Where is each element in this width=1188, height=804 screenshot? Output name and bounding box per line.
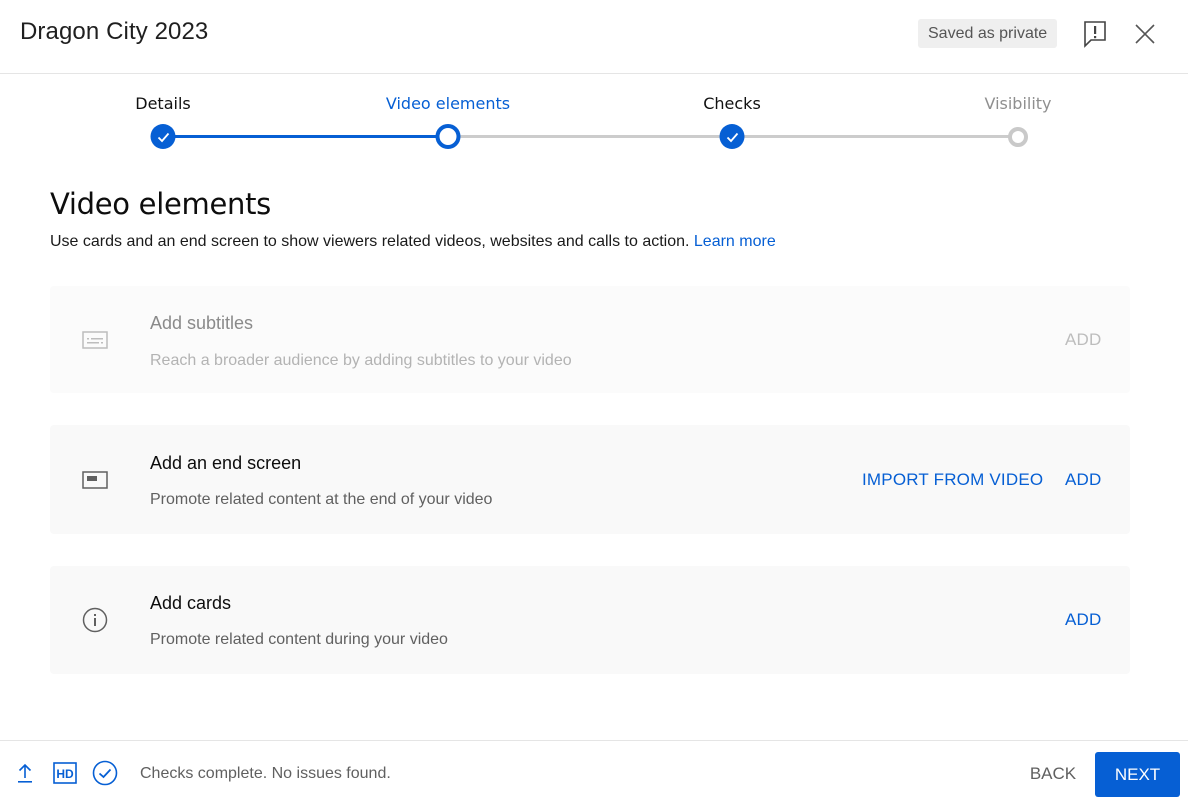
stepper-track-complete [163,135,448,138]
feedback-icon [1084,21,1106,48]
check-icon [726,132,738,142]
add-cards-button[interactable]: ADD [1065,610,1102,630]
end-screen-card: Add an end screen Promote related conten… [50,425,1130,534]
learn-more-link[interactable]: Learn more [694,233,776,250]
video-title: Dragon City 2023 [20,18,209,45]
dialog-footer: HD Checks complete. No issues found. BAC… [0,740,1188,804]
info-icon [82,607,108,633]
subtitles-icon [82,327,108,353]
dialog-header: Dragon City 2023 Saved as private [0,0,1188,74]
cards-card-title: Add cards [150,593,232,613]
step-visibility[interactable]: Visibility [984,94,1051,113]
end-screen-card-description: Promote related content at the end of yo… [150,491,493,508]
step-details[interactable]: Details [135,94,190,113]
close-button[interactable] [1130,18,1160,50]
subtitles-card-title: Add subtitles [150,313,254,333]
import-from-video-button[interactable]: IMPORT FROM VIDEO [862,470,1043,490]
subtitles-card-description: Reach a broader audience by adding subti… [150,352,572,369]
step-node-video-elements[interactable] [435,124,461,149]
close-icon [1135,24,1155,44]
cards-card-description: Promote related content during your vide… [150,631,448,648]
step-video-elements[interactable]: Video elements [386,94,510,113]
check-icon [157,132,169,142]
cards-card: Add cards Promote related content during… [50,566,1130,674]
add-end-screen-button[interactable]: ADD [1065,470,1102,490]
check-circle-icon[interactable] [92,760,118,786]
upload-icon[interactable] [14,761,36,785]
step-node-checks[interactable] [719,124,745,149]
section-description: Use cards and an end screen to show view… [50,233,776,251]
step-checks[interactable]: Checks [703,94,761,113]
end-screen-icon [82,467,108,493]
svg-text:HD: HD [56,767,74,781]
end-screen-card-title: Add an end screen [150,453,302,473]
section-description-text: Use cards and an end screen to show view… [50,233,690,250]
add-subtitles-button[interactable]: ADD [1065,330,1102,350]
hd-icon[interactable]: HD [53,761,77,785]
subtitles-card: Add subtitles Reach a broader audience b… [50,286,1130,393]
step-node-details[interactable] [150,124,176,149]
step-node-visibility[interactable] [1008,127,1028,147]
next-button[interactable]: NEXT [1095,752,1180,797]
back-button[interactable]: BACK [1018,752,1088,796]
saved-status-badge: Saved as private [918,19,1058,48]
section-title: Video elements [50,187,271,221]
progress-stepper: Details Video elements Checks Visibility [0,74,1188,174]
feedback-button[interactable] [1080,18,1110,50]
checks-status-text: Checks complete. No issues found. [140,765,391,782]
